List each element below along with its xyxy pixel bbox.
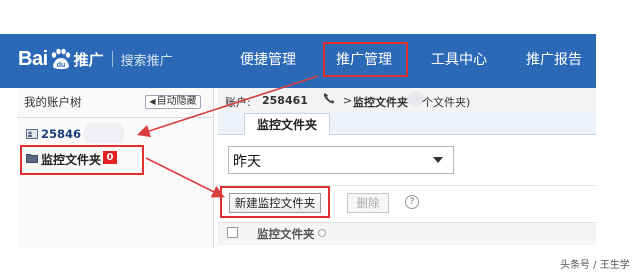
breadcrumb-folder-count: 个文件夹) <box>422 96 471 109</box>
logo-divider <box>111 51 113 67</box>
column-header-monitor-folder[interactable]: 监控文件夹 <box>257 226 315 242</box>
help-icon[interactable]: ? <box>405 195 419 209</box>
breadcrumb-folder: 监控文件夹 <box>353 96 408 109</box>
delete-button[interactable]: 删除 <box>347 193 389 213</box>
logo-text-tuiguang: 推广 <box>73 50 104 69</box>
auto-hide-button[interactable]: ◀ 自动隐藏 <box>145 95 201 109</box>
chevron-down-icon[interactable] <box>433 157 443 163</box>
baidu-tuiguang-logo[interactable]: Bai du 推广 搜索推广 <box>18 44 173 74</box>
account-icon <box>26 129 38 139</box>
collapse-arrow-icon: ◀ <box>149 97 156 106</box>
highlight-box-folder <box>20 145 144 175</box>
date-range-select[interactable] <box>228 146 454 174</box>
auto-hide-label: 自动隐藏 <box>156 96 197 107</box>
phone-icon <box>323 93 335 104</box>
logo-subtitle: 搜索推广 <box>120 53 173 69</box>
logo-text-bai: Bai <box>18 47 48 70</box>
nav-tab-promotion-report[interactable]: 推广报告 <box>526 50 582 70</box>
breadcrumb-label: 账户: <box>225 96 251 109</box>
blurred-region <box>84 123 124 143</box>
date-range-value: 昨天 <box>233 154 261 170</box>
divider <box>17 117 213 118</box>
nav-tab-tool-center[interactable]: 工具中心 <box>431 50 487 70</box>
highlight-box-nav <box>323 42 408 77</box>
watermark: 头条号 / 王生学 <box>560 260 630 271</box>
baidu-paw-icon: du <box>49 48 71 70</box>
tree-account-item[interactable]: 25846 <box>41 127 81 141</box>
tab-monitor-folder[interactable]: 监控文件夹 <box>244 113 330 135</box>
sort-icon[interactable] <box>318 229 326 237</box>
breadcrumb-account[interactable]: 258461 <box>262 94 308 107</box>
highlight-box-new-button <box>220 186 330 218</box>
account-tree-title: 我的账户树 <box>24 95 82 109</box>
select-all-checkbox[interactable] <box>227 227 238 238</box>
svg-text:du: du <box>56 62 65 69</box>
breadcrumb-separator: > <box>343 94 353 107</box>
nav-tab-quick-manage[interactable]: 便捷管理 <box>240 50 296 70</box>
